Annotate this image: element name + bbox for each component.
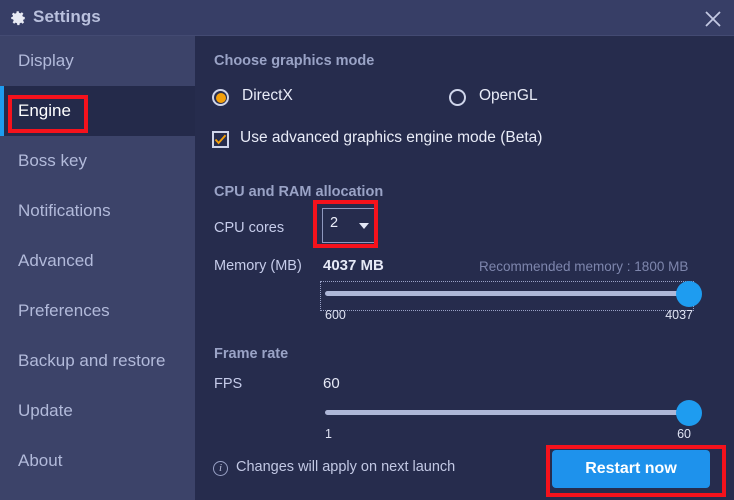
changes-note: Changes will apply on next launch [236, 459, 456, 475]
cpu-cores-dropdown-value: 2 [330, 215, 339, 231]
memory-label: Memory (MB) [214, 258, 302, 274]
settings-window: Settings Display Engine Boss key Notific… [0, 0, 734, 500]
radio-opengl[interactable] [449, 89, 466, 106]
fps-label: FPS [214, 376, 243, 392]
frame-rate-section-title: Frame rate [214, 346, 289, 362]
cpu-cores-label: CPU cores [214, 220, 285, 236]
sidebar-item-label: Update [18, 401, 73, 420]
radio-opengl-label[interactable]: OpenGL [479, 87, 538, 105]
sidebar-item-preferences[interactable]: Preferences [0, 286, 195, 336]
sidebar-item-about[interactable]: About [0, 436, 195, 486]
fps-slider-thumb[interactable] [676, 400, 702, 426]
sidebar-item-update[interactable]: Update [0, 386, 195, 436]
sidebar-item-label: Boss key [18, 151, 87, 170]
sidebar-item-boss-key[interactable]: Boss key [0, 136, 195, 186]
memory-slider-max-label: 4037 [665, 308, 693, 322]
fps-slider-track[interactable] [325, 410, 689, 415]
restart-now-button[interactable]: Restart now [552, 450, 710, 488]
engine-settings-panel: Choose graphics mode DirectX OpenGL Use … [195, 36, 734, 500]
sidebar-item-label: Preferences [18, 301, 110, 320]
advanced-graphics-checkbox[interactable] [212, 131, 229, 148]
sidebar-item-engine[interactable]: Engine [0, 86, 195, 136]
recommended-memory-note: Recommended memory : 1800 MB [479, 259, 689, 274]
graphics-mode-section-title: Choose graphics mode [214, 53, 375, 69]
gear-icon [9, 9, 27, 27]
memory-slider-track[interactable] [325, 291, 689, 296]
sidebar-item-label: Notifications [18, 201, 111, 220]
memory-slider-focus-ring [320, 281, 694, 311]
close-icon[interactable] [698, 5, 728, 31]
info-icon: i [213, 461, 228, 476]
fps-slider-max-label: 60 [677, 427, 691, 441]
sidebar-item-notifications[interactable]: Notifications [0, 186, 195, 236]
memory-slider-min-label: 600 [325, 308, 346, 322]
cpu-cores-dropdown[interactable]: 2 [322, 208, 378, 243]
sidebar-item-label: Display [18, 51, 74, 70]
radio-directx-label[interactable]: DirectX [242, 87, 293, 105]
advanced-graphics-checkbox-label[interactable]: Use advanced graphics engine mode (Beta) [240, 129, 542, 147]
fps-value: 60 [323, 375, 340, 392]
memory-slider-thumb[interactable] [676, 281, 702, 307]
fps-slider-min-label: 1 [325, 427, 332, 441]
window-title: Settings [33, 7, 101, 26]
radio-directx[interactable] [212, 89, 229, 106]
cpu-ram-section-title: CPU and RAM allocation [214, 184, 384, 200]
sidebar-item-label: About [18, 451, 63, 470]
sidebar: Display Engine Boss key Notifications Ad… [0, 36, 195, 500]
title-bar: Settings [0, 0, 734, 36]
sidebar-item-label: Backup and restore [18, 351, 166, 370]
sidebar-item-display[interactable]: Display [0, 36, 195, 86]
sidebar-item-advanced[interactable]: Advanced [0, 236, 195, 286]
memory-value: 4037 MB [323, 257, 384, 274]
chevron-down-icon [359, 223, 369, 229]
sidebar-item-label: Advanced [18, 251, 94, 270]
sidebar-item-label: Engine [18, 101, 71, 120]
sidebar-item-backup-and-restore[interactable]: Backup and restore [0, 336, 195, 386]
